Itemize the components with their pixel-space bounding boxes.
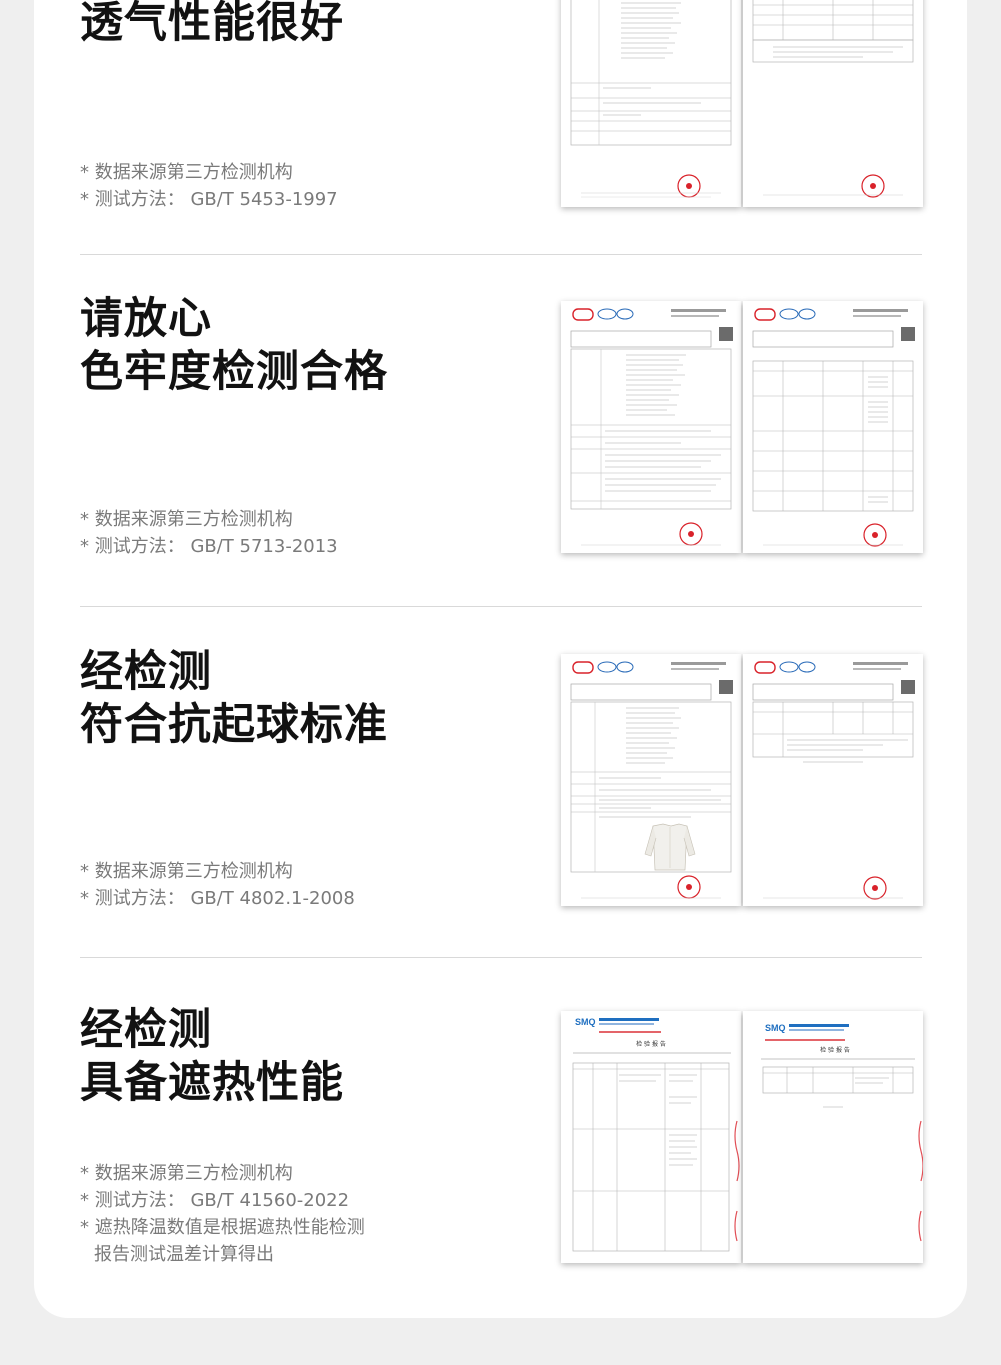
report-page-thumbnail [752,308,915,547]
section-title: 请放心 色牢度检测合格 [80,293,388,399]
report-page-left [561,654,741,906]
note-source: * 数据来源第三方检测机构 [80,1163,293,1184]
section-notes: * 数据来源第三方检测机构 * 测试方法： GB/T 41560-2022 * … [80,1160,365,1268]
report-page-thumbnail: SMQ 检 验 报 告 [761,1023,923,1242]
section-divider [80,957,922,958]
report-page-right [743,0,923,207]
title-line: 请放心 [80,294,212,344]
section-title: 经检测 具备遮热性能 [80,1004,344,1110]
title-line: 色牢度检测合格 [80,347,388,397]
report-heading: 检 验 报 告 [820,1046,850,1054]
section-divider [80,606,922,607]
report-page-left [561,0,741,207]
section-title: 经检测 符合抗起球标准 [80,646,388,752]
note-source: * 数据来源第三方检测机构 [80,509,293,530]
report-page-left: SMQ 检 验 报 告 [561,1011,741,1263]
note-source: * 数据来源第三方检测机构 [80,162,293,183]
note-method: * 测试方法： GB/T 5453-1997 [80,189,338,210]
section-title: 透气性能很好 [80,0,344,50]
section-notes: * 数据来源第三方检测机构 * 测试方法： GB/T 5713-2013 [80,506,338,560]
note-method: * 测试方法： GB/T 4802.1-2008 [80,888,355,909]
report-page-right [743,301,923,553]
smq-logo: SMQ [575,1017,596,1027]
report-page-left [561,301,741,553]
report-page-thumbnail [570,0,732,198]
note-calculation: * 遮热降温数值是根据遮热性能检测 [80,1217,365,1238]
note-calculation-cont: 报告测试温差计算得出 [94,1244,274,1265]
report-page-thumbnail [570,661,733,899]
report-page-thumbnail [752,661,915,900]
section-divider [80,254,922,255]
title-line: 符合抗起球标准 [80,700,388,750]
section-notes: * 数据来源第三方检测机构 * 测试方法： GB/T 5453-1997 [80,159,338,213]
report-heading: 检 验 报 告 [636,1040,666,1048]
report-page-thumbnail [570,308,733,546]
smq-logo: SMQ [765,1023,786,1033]
title-line: 经检测 [80,647,212,697]
report-page-thumbnail: SMQ 检 验 报 告 [572,1017,740,1252]
note-source: * 数据来源第三方检测机构 [80,861,293,882]
report-page-right [743,654,923,906]
title-line: 具备遮热性能 [80,1058,344,1108]
report-page-right: SMQ 检 验 报 告 [743,1011,923,1263]
report-page-thumbnail [752,0,914,198]
note-method: * 测试方法： GB/T 5713-2013 [80,536,338,557]
title-line: 经检测 [80,1005,212,1055]
note-method: * 测试方法： GB/T 41560-2022 [80,1190,350,1211]
section-notes: * 数据来源第三方检测机构 * 测试方法： GB/T 4802.1-2008 [80,858,355,912]
title-line: 透气性能很好 [80,0,344,48]
